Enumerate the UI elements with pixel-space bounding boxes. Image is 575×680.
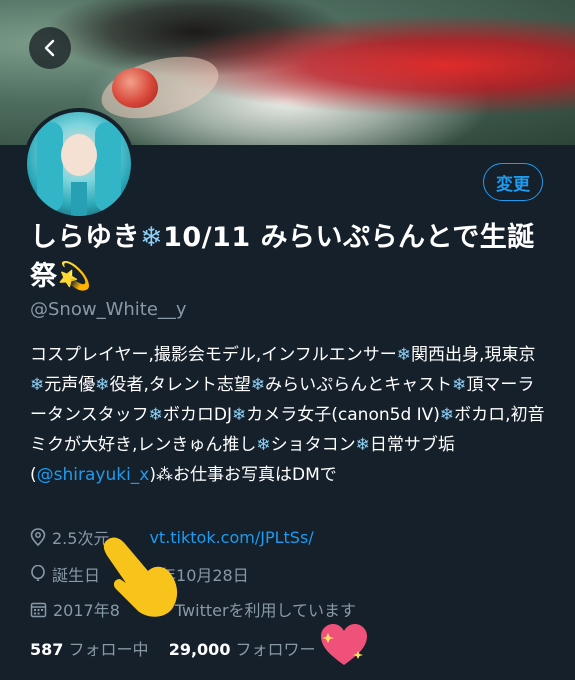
following-link[interactable]: 587 フォロー中: [30, 640, 154, 659]
bio-text: お仕事お写真はDMで: [173, 465, 337, 485]
display-name-part1: しらゆき: [30, 222, 140, 253]
joined-row: 2017年8 Twitterを利用しています: [30, 597, 356, 621]
following-label: フォロー中: [68, 640, 149, 659]
user-handle: @Snow_White__y: [30, 299, 187, 320]
bio-text: ボカロDJ: [162, 405, 233, 425]
snowflake-icon: ❄: [256, 435, 271, 455]
balloon-icon: [31, 565, 45, 581]
edit-profile-button[interactable]: 変更: [483, 163, 543, 201]
birthday-prefix: 誕生日: [52, 566, 101, 585]
bio-text: みらいぷらんとキャスト: [265, 375, 453, 395]
snowflake-icon: ❄: [355, 435, 370, 455]
bio-text: 役者,タレント志望: [109, 375, 251, 395]
avatar[interactable]: [23, 108, 135, 220]
followers-link[interactable]: 29,000 フォロワー: [169, 640, 316, 659]
bio-text: 関西出身,現東京: [411, 345, 536, 365]
chevron-left-icon: [44, 39, 55, 57]
avatar-hair-right: [95, 122, 121, 212]
pointing-finger-sticker: [103, 537, 178, 617]
bio-text: コスプレイヤー,撮影会モデル,インフルエンサー: [30, 345, 397, 365]
bio-mention-link[interactable]: @shirayuki_x: [37, 465, 150, 485]
star-icon: ⁂: [156, 465, 174, 485]
snowflake-icon: ❄: [30, 375, 45, 395]
following-count: 587: [30, 640, 64, 659]
bio: コスプレイヤー,撮影会モデル,インフルエンサー❄関西出身,現東京❄元声優❄役者,…: [30, 340, 545, 490]
snowflake-icon: ❄: [140, 222, 164, 253]
snowflake-icon: ❄: [452, 375, 467, 395]
display-name: しらゆき❄10/11 みらいぷらんとで生誕祭💫: [30, 218, 550, 296]
bio-text: 元声優: [44, 375, 96, 395]
bio-text: カメラ女子(canon5d IV): [246, 405, 440, 425]
snowflake-icon: ❄: [396, 345, 412, 365]
followers-label: フォロワー: [235, 640, 316, 659]
snowflake-icon: ❄: [232, 405, 247, 425]
avatar-tie: [71, 182, 87, 216]
snowflake-icon: ❄: [439, 405, 455, 425]
avatar-hair-left: [37, 122, 63, 212]
snowflake-icon: ❄: [250, 375, 266, 395]
snowflake-icon: ❄: [148, 405, 163, 425]
snowflake-icon: ❄: [95, 375, 110, 395]
location-pin-icon: [30, 528, 46, 546]
back-button[interactable]: [29, 27, 71, 69]
banner-apple-shape: [112, 68, 158, 108]
bio-text: ショタコン: [270, 435, 356, 455]
sparkle-icon: 💫: [57, 261, 92, 292]
joined-suffix: Twitterを利用しています: [174, 601, 357, 620]
avatar-face: [61, 134, 97, 176]
heart-sticker: [321, 624, 367, 665]
calendar-icon: [30, 602, 47, 617]
follow-stats: 587 フォロー中 29,000 フォロワー: [30, 636, 316, 660]
followers-count: 29,000: [168, 640, 231, 659]
